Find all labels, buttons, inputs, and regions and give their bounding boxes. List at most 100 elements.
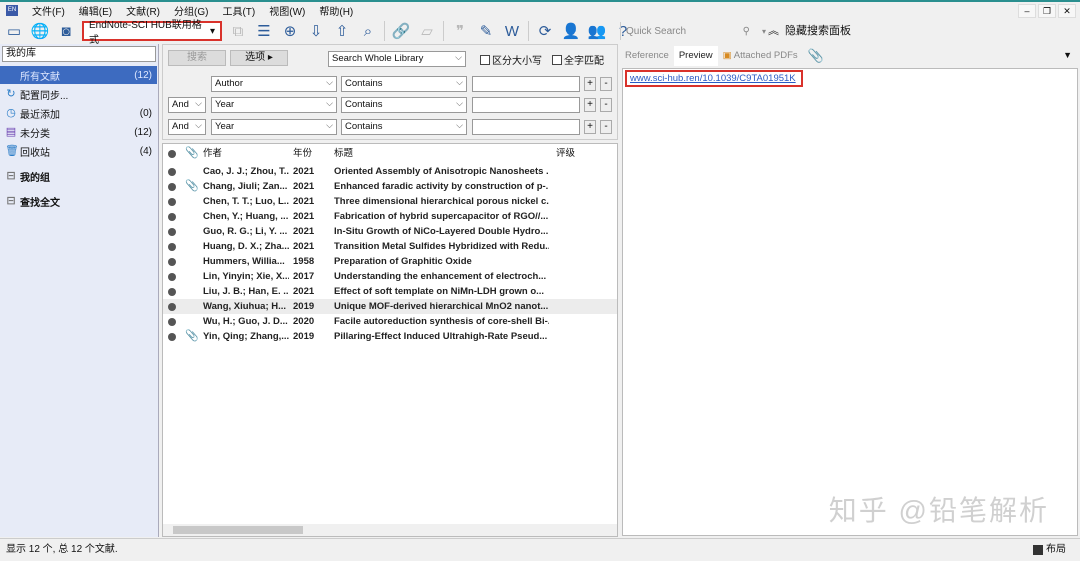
add-row-button[interactable]: +: [584, 98, 596, 112]
menu-help[interactable]: 帮助(H): [319, 3, 353, 18]
read-status-header-icon[interactable]: [168, 150, 176, 158]
sidebar-group-my-groups[interactable]: ⊟ 我的组: [0, 167, 157, 185]
search-field-select[interactable]: Year: [211, 118, 337, 135]
sidebar-group-find-fulltext[interactable]: ⊟ 查找全文: [0, 192, 157, 210]
scrollbar-thumb[interactable]: [173, 526, 303, 534]
table-row[interactable]: Wang, Xiuhua; H... 2019 Unique MOF-derived…: [163, 299, 617, 314]
export-icon[interactable]: ⇧: [332, 21, 352, 41]
edit-citation-icon[interactable]: ✎: [476, 21, 496, 41]
boolean-select[interactable]: And: [168, 118, 206, 135]
tab-reference[interactable]: Reference: [620, 46, 674, 66]
header-author[interactable]: 作者: [203, 146, 289, 161]
word-icon[interactable]: W: [502, 21, 522, 41]
new-reference-icon[interactable]: ☰: [254, 21, 274, 41]
hide-search-panel-button[interactable]: ︽ 隐藏搜索面板: [768, 22, 851, 38]
table-row[interactable]: Liu, J. B.; Han, E. ... 2021 Effect of sof…: [163, 284, 617, 299]
cell-year: 2021: [293, 211, 315, 222]
open-link-icon[interactable]: 🔗: [391, 21, 411, 41]
integrated-library-icon[interactable]: ◙: [56, 21, 76, 41]
table-row[interactable]: Lin, Yinyin; Xie, X... 2017 Understanding …: [163, 269, 617, 284]
restore-button[interactable]: ❐: [1038, 4, 1056, 18]
local-library-icon[interactable]: ▭: [4, 21, 24, 41]
search-operator-select[interactable]: Contains: [341, 75, 467, 92]
import-icon[interactable]: ⇩: [306, 21, 326, 41]
remove-row-button[interactable]: -: [600, 77, 612, 91]
search-operator-select[interactable]: Contains: [341, 96, 467, 113]
table-row[interactable]: 📎 Chang, Jiuli; Zan... 2021 Enhanced faradi…: [163, 179, 617, 194]
menu-tools[interactable]: 工具(T): [222, 3, 255, 18]
sidebar-item-unfiled[interactable]: ▤ 未分类 (12): [0, 123, 157, 141]
sidebar-item-sync[interactable]: ↻ 配置同步...: [0, 85, 157, 103]
options-button[interactable]: 选项 ▸: [230, 50, 288, 66]
search-field-select[interactable]: Author: [211, 75, 337, 92]
attachment-header-icon[interactable]: 📎: [185, 146, 199, 161]
tab-attached-pdfs[interactable]: ▣ Attached PDFs: [718, 46, 803, 66]
unread-dot-icon: [168, 213, 176, 221]
reference-list: 📎 作者 年份 标题 评级 Cao, J. J.; Zhou, T... 2021…: [162, 143, 618, 537]
layout-button[interactable]: 布局: [1033, 539, 1066, 561]
header-year[interactable]: 年份: [293, 146, 312, 161]
sync-icon[interactable]: ⟳: [535, 21, 555, 41]
header-title[interactable]: 标题: [334, 146, 549, 161]
remove-row-button[interactable]: -: [600, 120, 612, 134]
find-fulltext-icon[interactable]: ⌕: [358, 21, 378, 41]
quick-search-input[interactable]: Quick Search ⚲ ▾: [620, 22, 780, 40]
sidebar-item-count: (4): [139, 145, 152, 157]
menu-window[interactable]: 视图(W): [269, 3, 305, 18]
table-row[interactable]: Chen, Y.; Huang, ... 2021 Fabrication of h…: [163, 209, 617, 224]
sidebar-item-trash[interactable]: 🗑 回收站 (4): [0, 142, 157, 160]
search-value-input[interactable]: [472, 119, 580, 135]
online-search-icon[interactable]: 🌐: [30, 21, 50, 41]
search-field-select[interactable]: Year: [211, 96, 337, 113]
table-row[interactable]: Chen, T. T.; Luo, L... 2021 Three dimensio…: [163, 194, 617, 209]
cell-author: Guo, R. G.; Li, Y. ...: [203, 226, 288, 237]
boolean-select[interactable]: And: [168, 96, 206, 113]
sidebar-item-recently-added[interactable]: ◷ 最近添加 (0): [0, 104, 157, 122]
panel-menu-icon[interactable]: ▼: [1063, 50, 1072, 60]
cell-author: Huang, D. X.; Zha...: [203, 241, 289, 252]
search-value-input[interactable]: [472, 76, 580, 92]
table-row[interactable]: Hummers, Willia... 1958 Preparation of Gra…: [163, 254, 617, 269]
copy-to-library-icon[interactable]: ⧉: [228, 21, 248, 41]
table-row[interactable]: 📎 Yin, Qing; Zhang,... 2019 Pillaring-Effec…: [163, 329, 617, 344]
search-dropdown-icon[interactable]: ▾: [762, 27, 766, 36]
search-value-input[interactable]: [472, 97, 580, 113]
cell-title: Preparation of Graphitic Oxide: [334, 256, 472, 267]
match-words-checkbox[interactable]: 全字匹配: [552, 52, 604, 67]
cell-author: Wu, H.; Guo, J. D...: [203, 316, 288, 327]
minimize-button[interactable]: –: [1018, 4, 1036, 18]
table-row[interactable]: Cao, J. J.; Zhou, T... 2021 Oriented Assem…: [163, 164, 617, 179]
library-name-field[interactable]: 我的库: [2, 46, 156, 62]
status-bar: 显示 12 个, 总 12 个文献. 布局: [0, 538, 1080, 560]
remove-row-button[interactable]: -: [600, 98, 612, 112]
menu-file[interactable]: 文件(F): [32, 3, 65, 18]
add-row-button[interactable]: +: [584, 77, 596, 91]
insert-citation-icon[interactable]: ❞: [450, 21, 470, 41]
cell-title: Oriented Assembly of Anisotropic Nanoshe…: [334, 166, 549, 177]
header-rating[interactable]: 评级: [556, 146, 575, 161]
group-share-icon[interactable]: 👥: [587, 21, 607, 41]
sidebar-item-all-references[interactable]: 所有文献 (12): [0, 66, 157, 84]
open-file-icon[interactable]: ▱: [417, 21, 437, 41]
output-style-select[interactable]: EndNote-SCI HUB联用格式 ▾: [82, 20, 222, 46]
add-row-button[interactable]: +: [584, 120, 596, 134]
close-button[interactable]: ✕: [1058, 4, 1076, 18]
layout-label: 布局: [1046, 544, 1066, 555]
search-operator-select[interactable]: Contains: [341, 118, 467, 135]
share-icon[interactable]: 👤: [561, 21, 581, 41]
sci-hub-link[interactable]: www.sci-hub.ren/10.1039/C9TA01951K: [625, 70, 803, 87]
match-case-checkbox[interactable]: 区分大小写: [480, 52, 542, 67]
group-label: 查找全文: [20, 197, 60, 209]
attach-file-icon[interactable]: 📎: [803, 46, 829, 66]
horizontal-scrollbar[interactable]: [163, 524, 617, 536]
search-icon[interactable]: ⚲: [743, 26, 750, 37]
search-button[interactable]: 搜索: [168, 50, 226, 66]
pdf-icon: ▣: [722, 50, 734, 61]
table-row[interactable]: Guo, R. G.; Li, Y. ... 2021 In-Situ Growth…: [163, 224, 617, 239]
table-row[interactable]: Huang, D. X.; Zha... 2021 Transition Metal…: [163, 239, 617, 254]
tab-preview[interactable]: Preview: [673, 46, 718, 66]
table-row[interactable]: Wu, H.; Guo, J. D... 2020 Facile autoreduc…: [163, 314, 617, 329]
online-search-globe-icon[interactable]: ⊕: [280, 21, 300, 41]
search-scope-select[interactable]: Search Whole Library: [328, 50, 466, 67]
unread-dot-icon: [168, 273, 176, 281]
